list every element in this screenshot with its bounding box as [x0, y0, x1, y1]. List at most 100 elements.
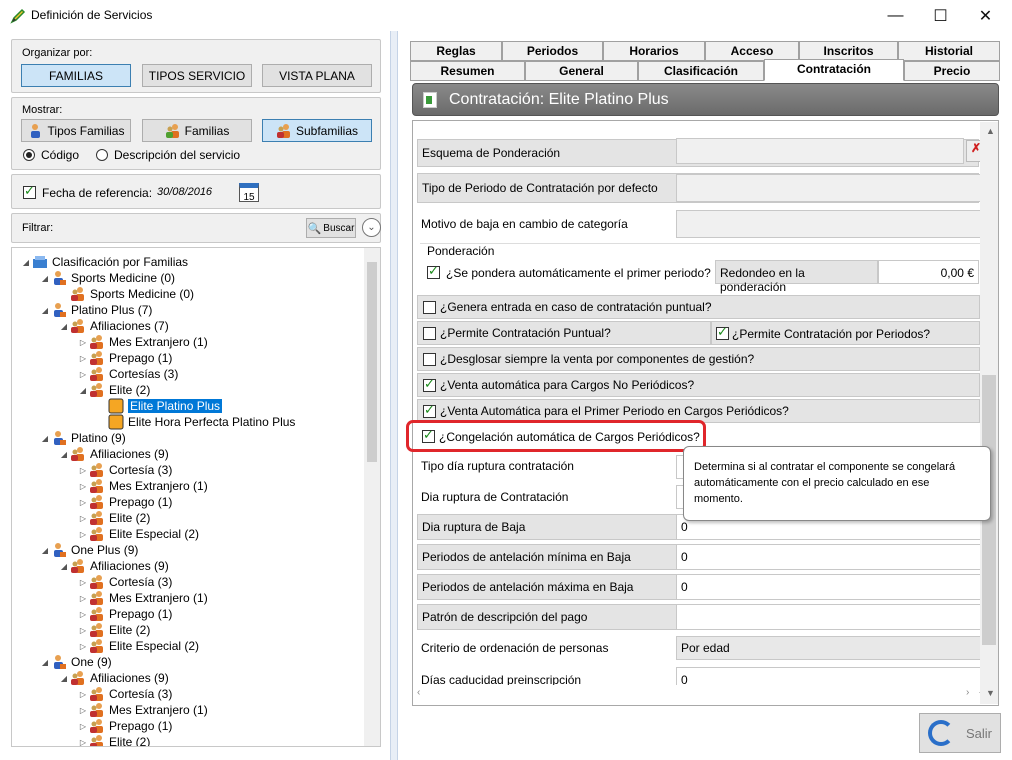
pane-splitter[interactable]	[390, 31, 398, 760]
patron-field[interactable]	[676, 604, 981, 630]
tree-node[interactable]: ▷ Prepago (1)	[77, 606, 172, 622]
tree-node[interactable]: ◢ Clasificación por Familias	[20, 254, 188, 270]
tab-periodos[interactable]: Periodos	[502, 41, 603, 61]
expand-arrow-icon[interactable]: ▷	[77, 482, 89, 491]
family-tree[interactable]: ◢ Clasificación por Familias ◢ Sports Medic…	[11, 247, 381, 747]
expand-arrow-icon[interactable]: ▷	[77, 466, 89, 475]
expand-arrow-icon[interactable]: ▷	[77, 370, 89, 379]
expand-arrow-icon[interactable]: ◢	[20, 258, 32, 267]
expand-arrow-icon[interactable]: ◢	[39, 434, 51, 443]
tree-node[interactable]: ◢ One (9)	[39, 654, 112, 670]
tree-node[interactable]: ▷ Cortesía (3)	[77, 574, 172, 590]
permite-periodos-checkbox[interactable]	[716, 325, 729, 340]
expand-arrow-icon[interactable]: ▷	[77, 690, 89, 699]
expand-arrow-icon[interactable]: ▷	[77, 626, 89, 635]
expand-arrow-icon[interactable]: ◢	[58, 674, 70, 683]
ant-min-field[interactable]: 0	[676, 544, 981, 570]
tree-node[interactable]: ▷ Mes Extranjero (1)	[77, 334, 208, 350]
expand-arrow-icon[interactable]: ◢	[39, 546, 51, 555]
calendar-icon[interactable]: 15	[239, 183, 259, 203]
expand-arrow-icon[interactable]: ▷	[77, 338, 89, 347]
tree-node[interactable]: ▷ Elite (2)	[77, 510, 150, 526]
tab-historial[interactable]: Historial	[898, 41, 1000, 61]
tree-node[interactable]: ▷ Prepago (1)	[77, 718, 172, 734]
tree-node[interactable]: ▷ Mes Extranjero (1)	[77, 478, 208, 494]
motivo-baja-field[interactable]	[676, 210, 981, 238]
tree-node[interactable]: ▷ Elite (2)	[77, 734, 150, 747]
redondeo-value[interactable]: 0,00 €	[878, 260, 979, 284]
expand-filter-chevron-icon[interactable]: ⌄	[362, 218, 381, 237]
expand-arrow-icon[interactable]: ◢	[58, 450, 70, 459]
tipos-servicio-button[interactable]: TIPOS SERVICIO	[142, 64, 252, 87]
vista-plana-button[interactable]: VISTA PLANA	[262, 64, 372, 87]
tipo-periodo-field[interactable]	[676, 174, 981, 202]
expand-arrow-icon[interactable]: ◢	[39, 658, 51, 667]
buscar-button[interactable]: 🔍 Buscar	[306, 218, 356, 238]
expand-arrow-icon[interactable]: ▷	[77, 578, 89, 587]
expand-arrow-icon[interactable]: ▷	[77, 530, 89, 539]
scroll-right-icon[interactable]: ›	[966, 687, 969, 698]
refdate-checkbox[interactable]	[23, 184, 36, 199]
tab-clasificacion[interactable]: Clasificación	[638, 61, 764, 81]
tree-node[interactable]: ▷ Mes Extranjero (1)	[77, 590, 208, 606]
tab-general[interactable]: General	[525, 61, 638, 81]
tab-inscritos[interactable]: Inscritos	[799, 41, 898, 61]
minimize-button[interactable]: —	[873, 0, 918, 31]
panel-v-scrollbar[interactable]: ▲ ▼	[980, 122, 998, 704]
tree-node[interactable]: ▷ Cortesía (3)	[77, 686, 172, 702]
scroll-left-icon[interactable]: ‹	[417, 687, 420, 698]
subfamilias-button[interactable]: Subfamilias	[262, 119, 372, 142]
genera-entrada-checkbox[interactable]	[423, 301, 436, 314]
tree-node[interactable]: ◢ Platino (9)	[39, 430, 126, 446]
expand-arrow-icon[interactable]: ▷	[77, 610, 89, 619]
tab-reglas[interactable]: Reglas	[410, 41, 502, 61]
tipos-familias-button[interactable]: Tipos Familias	[21, 119, 131, 142]
maximize-button[interactable]: ☐	[918, 0, 963, 31]
tree-node[interactable]: Elite Platino Plus	[96, 398, 223, 414]
scroll-up-icon[interactable]: ▲	[986, 126, 995, 136]
tree-node[interactable]: ◢ Afiliaciones (9)	[58, 558, 169, 574]
tree-node[interactable]: ▷ Prepago (1)	[77, 350, 172, 366]
tree-node[interactable]: ▷ Mes Extranjero (1)	[77, 702, 208, 718]
tab-acceso[interactable]: Acceso	[705, 41, 799, 61]
tree-node[interactable]: ◢ Elite (2)	[77, 382, 150, 398]
expand-arrow-icon[interactable]: ◢	[39, 274, 51, 283]
tree-node[interactable]: ◢ Afiliaciones (9)	[58, 446, 169, 462]
tree-node[interactable]: Sports Medicine (0)	[58, 286, 194, 302]
tree-node[interactable]: ◢ One Plus (9)	[39, 542, 138, 558]
expand-arrow-icon[interactable]: ◢	[58, 322, 70, 331]
tab-contratacion[interactable]: Contratación	[764, 59, 904, 81]
tree-node[interactable]: ▷ Cortesía (3)	[77, 462, 172, 478]
familias-show-button[interactable]: Familias	[142, 119, 252, 142]
tab-horarios[interactable]: Horarios	[603, 41, 705, 61]
criterio-select[interactable]: Por edad	[676, 636, 981, 660]
salir-button[interactable]: Salir	[919, 713, 1001, 753]
tree-node[interactable]: ▷ Elite Especial (2)	[77, 526, 199, 542]
expand-arrow-icon[interactable]: ◢	[77, 386, 89, 395]
expand-arrow-icon[interactable]: ▷	[77, 722, 89, 731]
expand-arrow-icon[interactable]: ▷	[77, 514, 89, 523]
expand-arrow-icon[interactable]: ▷	[77, 498, 89, 507]
familias-button[interactable]: FAMILIAS	[21, 64, 131, 87]
tree-node[interactable]: ▷ Elite (2)	[77, 622, 150, 638]
tree-scrollbar[interactable]	[364, 248, 380, 746]
expand-arrow-icon[interactable]: ▷	[77, 594, 89, 603]
venta-no-periodicos-checkbox[interactable]	[423, 377, 436, 392]
h-scrollbar[interactable]: ‹ ›	[413, 685, 979, 705]
tree-node[interactable]: Elite Hora Perfecta Platino Plus	[96, 414, 295, 430]
tree-node[interactable]: ◢ Platino Plus (7)	[39, 302, 152, 318]
esquema-field[interactable]	[676, 138, 964, 164]
close-button[interactable]: ✕	[963, 0, 1008, 31]
expand-arrow-icon[interactable]: ▷	[77, 354, 89, 363]
tree-node[interactable]: ▷ Cortesías (3)	[77, 366, 178, 382]
descripcion-radio[interactable]	[96, 149, 108, 161]
tab-precio[interactable]: Precio	[904, 61, 1000, 81]
expand-arrow-icon[interactable]: ▷	[77, 738, 89, 747]
codigo-radio[interactable]	[23, 149, 35, 161]
permite-puntual-checkbox[interactable]	[423, 327, 436, 340]
tree-scroll-thumb[interactable]	[367, 262, 377, 462]
expand-arrow-icon[interactable]: ◢	[58, 562, 70, 571]
refdate-value[interactable]: 30/08/2016	[157, 186, 212, 198]
tab-resumen[interactable]: Resumen	[410, 61, 525, 81]
ant-max-field[interactable]: 0	[676, 574, 981, 600]
